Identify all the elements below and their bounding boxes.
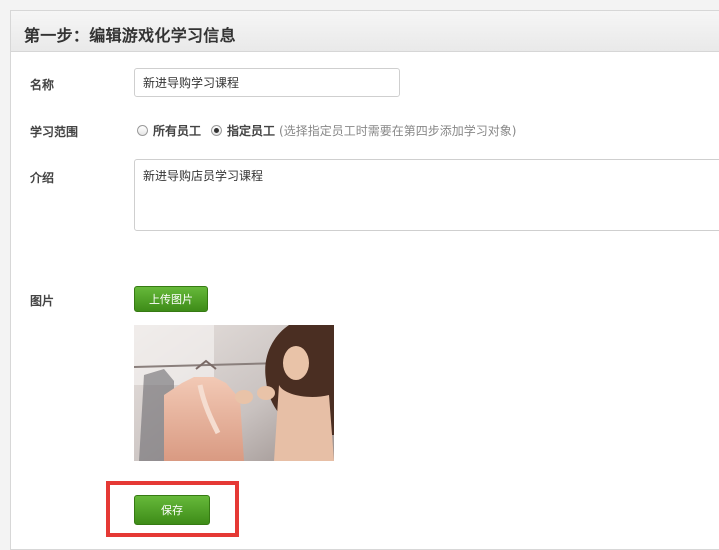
scope-all-label[interactable]: 所有员工 (153, 122, 201, 139)
scope-specific-label[interactable]: 指定员工 (227, 122, 275, 139)
uploaded-photo (134, 325, 334, 461)
scope-note: (选择指定员工时需要在第四步添加学习对象) (279, 123, 517, 138)
highlight-annotation (106, 481, 239, 537)
page-title: 第一步：编辑游戏化学习信息 (24, 26, 236, 45)
scope-label: 学习范围 (30, 125, 79, 139)
upload-image-button[interactable]: 上传图片 (134, 286, 208, 312)
panel-header: 第一步：编辑游戏化学习信息 (11, 11, 719, 52)
scope-specific-radio[interactable] (211, 124, 223, 136)
edit-panel: 第一步：编辑游戏化学习信息 名称 学习范围 所有员工 指定员工 (选择指定员工时… (10, 10, 719, 550)
intro-textarea[interactable]: 新进导购店员学习课程 (134, 159, 719, 231)
name-input[interactable] (134, 68, 400, 97)
image-label: 图片 (30, 294, 55, 308)
name-label: 名称 (30, 78, 55, 92)
photo-illustration (134, 325, 334, 461)
scope-radio-group: 所有员工 指定员工 (选择指定员工时需要在第四步添加学习对象) (137, 122, 516, 138)
intro-label: 介绍 (30, 171, 55, 185)
scope-all-radio[interactable] (137, 124, 148, 136)
